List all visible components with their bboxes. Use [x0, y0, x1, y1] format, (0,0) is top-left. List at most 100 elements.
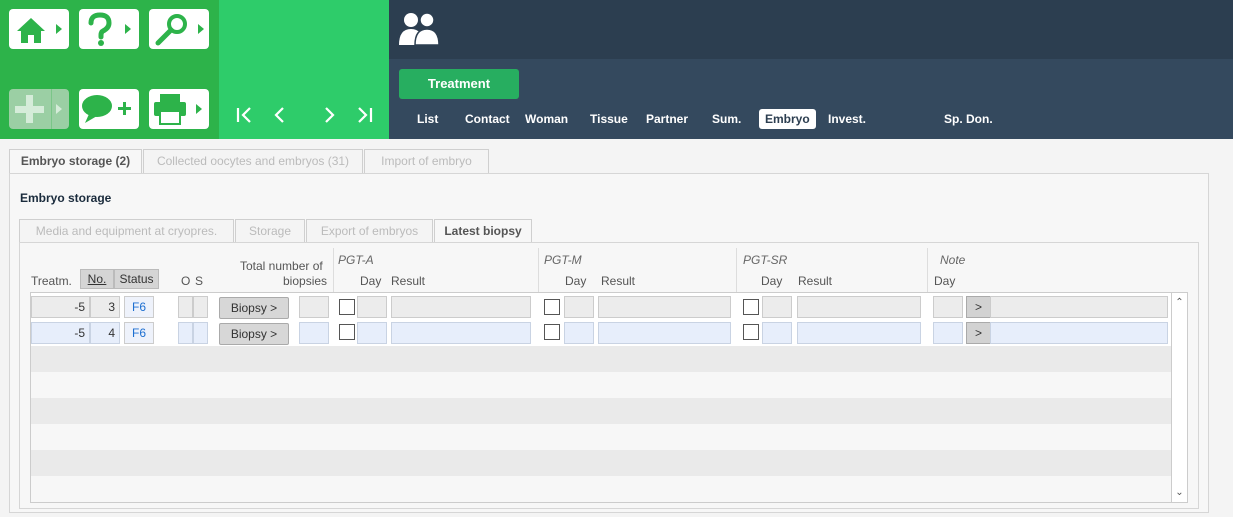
home-icon [17, 18, 62, 43]
col-total-biopsies-line1: Total number of [240, 259, 323, 273]
empty-row [31, 372, 1171, 398]
nav-tab-tissue[interactable]: Tissue [584, 109, 634, 129]
pgt-m-result-cell[interactable] [598, 296, 731, 318]
patient-bar [389, 0, 1233, 59]
group-note: Note [940, 253, 966, 267]
treatment-button[interactable]: Treatment [399, 69, 519, 99]
note-open-button[interactable]: > [966, 322, 991, 344]
biopsy-button[interactable]: Biopsy > [219, 323, 289, 345]
first-record-button[interactable] [234, 104, 256, 126]
status-cell[interactable]: F6 [124, 322, 154, 344]
nav-tab-list[interactable]: List [411, 109, 444, 129]
sort-no-button[interactable]: No. [80, 269, 114, 289]
empty-row [31, 398, 1171, 424]
note-cell[interactable] [990, 296, 1168, 318]
note-day-cell[interactable] [933, 322, 963, 344]
search-button[interactable] [149, 9, 209, 49]
pgt-sr-result-cell[interactable] [797, 322, 921, 344]
tab-collected-oocytes[interactable]: Collected oocytes and embryos (31) [143, 149, 363, 173]
group-pgt-m: PGT-M [544, 253, 582, 267]
empty-row [31, 424, 1171, 450]
note-cell[interactable] [990, 322, 1168, 344]
nav-tab-investigation[interactable]: Invest. [822, 109, 872, 129]
nav-tab-partner[interactable]: Partner [640, 109, 694, 129]
pgt-m-checkbox[interactable] [544, 324, 560, 340]
chevron-right-icon [325, 107, 335, 123]
pgt-sr-result-cell[interactable] [797, 296, 921, 318]
nav-tab-embryo[interactable]: Embryo [759, 109, 816, 129]
s-cell[interactable] [193, 322, 208, 344]
record-pager [219, 0, 389, 139]
pgt-a-result-cell[interactable] [391, 296, 531, 318]
nav-tab-summary[interactable]: Sum. [706, 109, 747, 129]
subtab-latest-biopsy[interactable]: Latest biopsy [434, 219, 532, 244]
toolbar [0, 0, 219, 139]
nav-tab-woman[interactable]: Woman [519, 109, 574, 129]
note-open-button[interactable]: > [966, 296, 991, 318]
help-button[interactable] [79, 9, 139, 49]
speech-bubble-plus-icon [82, 95, 131, 123]
pgt-m-day-cell[interactable] [564, 322, 594, 344]
note-day-cell[interactable] [933, 296, 963, 318]
sort-status-button[interactable]: Status [114, 269, 159, 289]
col-o: O [181, 274, 191, 288]
col-treatm[interactable]: Treatm. [31, 274, 72, 288]
people-icon [399, 12, 440, 46]
subtab-export-embryos[interactable]: Export of embryos [306, 219, 433, 243]
first-icon [236, 107, 251, 123]
treatm-cell[interactable]: -5 [31, 296, 90, 318]
subtab-media-equipment[interactable]: Media and equipment at cryopres. [19, 219, 234, 243]
pgt-sr-day-cell[interactable] [762, 296, 792, 318]
group-pgt-sr: PGT-SR [743, 253, 788, 267]
tab-embryo-storage[interactable]: Embryo storage (2) [9, 149, 142, 174]
col-pgt-a-day: Day [360, 274, 382, 288]
o-cell[interactable] [178, 296, 193, 318]
no-cell[interactable]: 4 [90, 322, 120, 344]
pgt-m-day-cell[interactable] [564, 296, 594, 318]
total-biopsies-cell[interactable] [299, 322, 329, 344]
scroll-up-icon[interactable]: ⌃ [1172, 295, 1187, 311]
total-biopsies-cell[interactable] [299, 296, 329, 318]
status-cell[interactable]: F6 [124, 296, 154, 318]
no-cell[interactable]: 3 [90, 296, 120, 318]
home-button[interactable] [9, 9, 69, 49]
pgt-a-result-cell[interactable] [391, 322, 531, 344]
s-cell[interactable] [193, 296, 208, 318]
grid-scrollbar[interactable]: ⌃ ⌄ [1172, 292, 1188, 503]
pgt-a-day-cell[interactable] [357, 296, 387, 318]
section-title: Embryo storage [20, 191, 112, 205]
tab-import-embryo[interactable]: Import of embryo [364, 149, 489, 173]
pgt-sr-day-cell[interactable] [762, 322, 792, 344]
pgt-a-checkbox[interactable] [339, 299, 355, 315]
comment-add-button[interactable] [79, 89, 139, 129]
pgt-m-checkbox[interactable] [544, 299, 560, 315]
pgt-a-day-cell[interactable] [357, 322, 387, 344]
empty-row [31, 476, 1171, 502]
chevron-left-icon [274, 107, 284, 123]
col-pgt-m-result: Result [601, 274, 636, 288]
add-button[interactable] [9, 89, 69, 129]
pgt-sr-checkbox[interactable] [743, 324, 759, 340]
biopsy-button[interactable]: Biopsy > [219, 297, 289, 319]
scroll-down-icon[interactable]: ⌄ [1172, 485, 1187, 501]
empty-row [31, 346, 1171, 372]
previous-record-button[interactable] [269, 104, 291, 126]
nav-tab-sperm-donor[interactable]: Sp. Don. [938, 109, 999, 129]
print-button[interactable] [149, 89, 209, 129]
nav-tab-contact[interactable]: Contact [459, 109, 516, 129]
col-pgt-sr-day: Day [761, 274, 783, 288]
plus-icon [15, 89, 62, 129]
col-pgt-a-result: Result [391, 274, 426, 288]
app-header: Treatment List Contact Woman Tissue Part… [0, 0, 1233, 139]
subtab-storage[interactable]: Storage [235, 219, 305, 243]
pgt-m-result-cell[interactable] [598, 322, 731, 344]
next-record-button[interactable] [319, 104, 341, 126]
group-pgt-a: PGT-A [338, 253, 374, 267]
pgt-a-checkbox[interactable] [339, 324, 355, 340]
printer-icon [154, 94, 202, 125]
col-total-biopsies-line2: biopsies [283, 274, 328, 288]
pgt-sr-checkbox[interactable] [743, 299, 759, 315]
o-cell[interactable] [178, 322, 193, 344]
treatm-cell[interactable]: -5 [31, 322, 90, 344]
last-record-button[interactable] [354, 104, 376, 126]
